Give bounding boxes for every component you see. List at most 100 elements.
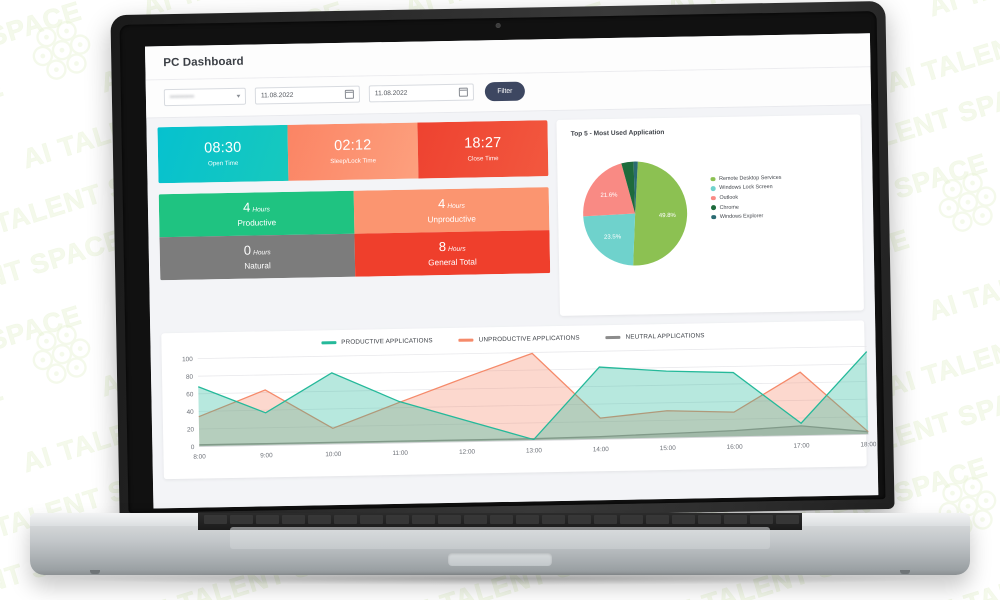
calendar-icon[interactable] bbox=[344, 89, 354, 99]
legend-color-dot bbox=[710, 195, 716, 201]
productive-label: Productive bbox=[237, 217, 277, 228]
legend-color-bar bbox=[458, 338, 474, 342]
chevron-down-icon: ▾ bbox=[236, 93, 241, 100]
laptop-trackpad bbox=[448, 553, 552, 566]
user-select[interactable]: •••••••••• ▾ bbox=[163, 87, 247, 107]
activity-legend-item[interactable]: UNPRODUCTIVE APPLICATIONS bbox=[458, 334, 580, 344]
pie-legend-item[interactable]: Windows Explorer bbox=[711, 213, 782, 220]
total-label: General Total bbox=[428, 257, 477, 268]
x-axis-tick: 8:00 bbox=[193, 453, 206, 460]
activity-chart-plot: 0 20 40 60 80 100 8:00 9:00 10:00 11:00 12:00 13:00… bbox=[172, 341, 877, 463]
keyboard-key bbox=[230, 515, 253, 524]
legend-label: Windows Lock Screen bbox=[719, 184, 773, 192]
legend-label: Remote Desktop Services bbox=[719, 174, 782, 182]
x-axis-tick: 9:00 bbox=[260, 452, 273, 459]
laptop-screen: PC Dashboard •••••••••• ▾ 11.08.2022 11.… bbox=[144, 33, 879, 509]
dashboard-app: PC Dashboard •••••••••• ▾ 11.08.2022 11.… bbox=[144, 33, 879, 509]
legend-color-dot bbox=[711, 214, 716, 220]
keyboard-key bbox=[776, 515, 799, 524]
filter-button[interactable]: Filter bbox=[484, 81, 526, 102]
keyboard-key bbox=[412, 515, 435, 524]
pie-legend-item[interactable]: Outlook bbox=[710, 194, 782, 201]
x-axis-tick: 16:00 bbox=[727, 444, 744, 451]
pie-legend-item[interactable]: Remote Desktop Services bbox=[710, 175, 781, 182]
calendar-icon[interactable] bbox=[458, 87, 468, 97]
webcam-icon bbox=[495, 22, 501, 29]
activity-legend-item[interactable]: NEUTRAL APPLICATIONS bbox=[605, 332, 705, 341]
total-value: 8 bbox=[438, 239, 447, 255]
sleep-time-label: Sleep/Lock Time bbox=[330, 156, 377, 165]
legend-label: NEUTRAL APPLICATIONS bbox=[625, 332, 705, 341]
pie-chart-body: 49.8% 23.5% 21.6% Remote Desktop Services W… bbox=[571, 135, 854, 290]
keyboard-key bbox=[334, 515, 357, 524]
tile-general-total: 8 Hours General Total bbox=[354, 230, 551, 277]
x-axis-tick: 14:00 bbox=[593, 446, 610, 453]
user-select-value: •••••••••• bbox=[169, 93, 195, 102]
close-time-label: Close Time bbox=[467, 154, 499, 163]
sleep-time-value: 02:12 bbox=[334, 137, 372, 155]
laptop-shadow bbox=[60, 572, 940, 585]
legend-color-bar bbox=[605, 336, 621, 339]
keyboard-key bbox=[386, 515, 409, 524]
tile-unproductive: 4 Hours Unproductive bbox=[353, 187, 550, 234]
date-from-input[interactable]: 11.08.2022 bbox=[254, 85, 361, 105]
legend-color-dot bbox=[710, 176, 716, 182]
keyboard-key bbox=[568, 515, 591, 524]
activity-chart-svg[interactable]: 0 20 40 60 80 100 8:00 9:00 10:00 11:00 12:00 13:00… bbox=[172, 340, 877, 463]
keyboard-key bbox=[308, 515, 331, 524]
pie-legend-item[interactable]: Chrome bbox=[710, 203, 782, 211]
pie-chart-svg[interactable]: 49.8% 23.5% 21.6% bbox=[574, 152, 696, 274]
keyboard-key bbox=[464, 515, 487, 524]
keyboard-key bbox=[542, 515, 565, 524]
keyboard-key bbox=[594, 515, 617, 524]
x-axis-tick: 11:00 bbox=[392, 450, 408, 457]
date-from-value: 11.08.2022 bbox=[260, 91, 294, 100]
x-axis-tick: 18:00 bbox=[860, 441, 876, 448]
laptop-lid: PC Dashboard •••••••••• ▾ 11.08.2022 11.… bbox=[110, 0, 895, 524]
legend-label: Chrome bbox=[719, 204, 739, 211]
dashboard-body: 08:30 Open Time 02:12 Sleep/Lock Time 18… bbox=[146, 105, 878, 508]
y-axis-tick: 40 bbox=[187, 409, 195, 416]
keyboard-key bbox=[750, 515, 773, 524]
legend-color-dot bbox=[710, 186, 716, 191]
natural-unit: Hours bbox=[253, 249, 271, 257]
pie-chart-plot: 49.8% 23.5% 21.6% bbox=[571, 152, 698, 274]
time-tiles: 08:30 Open Time 02:12 Sleep/Lock Time 18… bbox=[157, 120, 549, 184]
natural-value: 0 bbox=[243, 242, 252, 258]
legend-label: UNPRODUCTIVE APPLICATIONS bbox=[478, 334, 580, 344]
keyboard-key bbox=[204, 515, 227, 524]
unproductive-unit: Hours bbox=[447, 202, 465, 211]
legend-label: PRODUCTIVE APPLICATIONS bbox=[341, 337, 433, 346]
keyboard-key bbox=[438, 515, 461, 524]
y-axis-tick: 60 bbox=[186, 391, 194, 398]
x-axis-tick: 12:00 bbox=[459, 449, 476, 456]
close-time-value: 18:27 bbox=[464, 135, 502, 153]
x-axis-tick: 13:00 bbox=[526, 447, 543, 454]
keyboard-key bbox=[646, 515, 669, 524]
legend-color-bar bbox=[321, 341, 337, 345]
x-axis-tick: 15:00 bbox=[660, 445, 677, 452]
activity-chart-card: PRODUCTIVE APPLICATIONS UNPRODUCTIVE APPL… bbox=[161, 320, 877, 480]
productive-unit: Hours bbox=[252, 206, 270, 214]
pie-slice-label: 21.6% bbox=[600, 193, 618, 199]
keyboard-key bbox=[620, 515, 643, 524]
keyboard-key bbox=[256, 515, 279, 524]
y-axis-tick: 20 bbox=[187, 426, 195, 433]
total-unit: Hours bbox=[448, 245, 466, 254]
pie-slice-label: 49.8% bbox=[658, 213, 676, 219]
y-axis-tick: 80 bbox=[186, 374, 194, 381]
laptop-bezel: PC Dashboard •••••••••• ▾ 11.08.2022 11.… bbox=[119, 11, 886, 513]
page-title: PC Dashboard bbox=[163, 55, 244, 70]
open-time-label: Open Time bbox=[207, 159, 239, 167]
keyboard-key bbox=[724, 515, 747, 524]
activity-legend-item[interactable]: PRODUCTIVE APPLICATIONS bbox=[321, 337, 433, 346]
pie-legend-item[interactable]: Windows Lock Screen bbox=[710, 184, 782, 192]
date-to-input[interactable]: 11.08.2022 bbox=[368, 83, 475, 103]
tile-open-time: 08:30 Open Time bbox=[157, 124, 289, 184]
pie-chart-legend: Remote Desktop Services Windows Lock Scre… bbox=[696, 175, 782, 249]
legend-label: Windows Explorer bbox=[719, 213, 764, 221]
unproductive-label: Unproductive bbox=[427, 214, 476, 225]
kpi-column: 08:30 Open Time 02:12 Sleep/Lock Time 18… bbox=[157, 120, 551, 281]
x-axis-tick: 17:00 bbox=[793, 442, 810, 449]
keyboard-key bbox=[516, 515, 539, 524]
